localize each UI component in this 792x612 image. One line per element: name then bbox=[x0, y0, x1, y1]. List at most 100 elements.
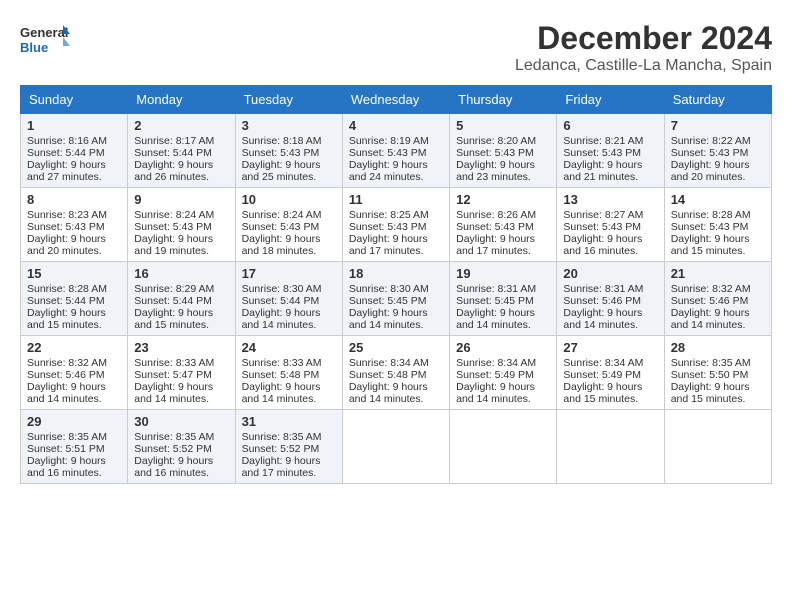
calendar-cell: 31Sunrise: 8:35 AMSunset: 5:52 PMDayligh… bbox=[235, 410, 342, 484]
sunrise: Sunrise: 8:30 AM bbox=[349, 283, 429, 295]
daylight: Daylight: 9 hours and 16 minutes. bbox=[563, 233, 642, 257]
daylight: Daylight: 9 hours and 14 minutes. bbox=[671, 307, 750, 331]
daylight: Daylight: 9 hours and 24 minutes. bbox=[349, 159, 428, 183]
sunset: Sunset: 5:46 PM bbox=[671, 295, 749, 307]
calendar-day-header: Tuesday bbox=[235, 86, 342, 114]
day-number: 20 bbox=[563, 266, 657, 281]
sunset: Sunset: 5:49 PM bbox=[563, 369, 641, 381]
sunrise: Sunrise: 8:35 AM bbox=[242, 431, 322, 443]
daylight: Daylight: 9 hours and 15 minutes. bbox=[671, 233, 750, 257]
sunset: Sunset: 5:46 PM bbox=[27, 369, 105, 381]
sunset: Sunset: 5:52 PM bbox=[134, 443, 212, 455]
calendar-cell bbox=[450, 410, 557, 484]
day-number: 12 bbox=[456, 192, 550, 207]
day-number: 5 bbox=[456, 118, 550, 133]
calendar-cell: 17Sunrise: 8:30 AMSunset: 5:44 PMDayligh… bbox=[235, 262, 342, 336]
daylight: Daylight: 9 hours and 14 minutes. bbox=[27, 381, 106, 405]
calendar-cell: 30Sunrise: 8:35 AMSunset: 5:52 PMDayligh… bbox=[128, 410, 235, 484]
day-number: 21 bbox=[671, 266, 765, 281]
calendar-cell: 8Sunrise: 8:23 AMSunset: 5:43 PMDaylight… bbox=[21, 188, 128, 262]
daylight: Daylight: 9 hours and 18 minutes. bbox=[242, 233, 321, 257]
calendar-cell: 7Sunrise: 8:22 AMSunset: 5:43 PMDaylight… bbox=[664, 114, 771, 188]
day-number: 30 bbox=[134, 414, 228, 429]
sunrise: Sunrise: 8:16 AM bbox=[27, 135, 107, 147]
sunrise: Sunrise: 8:35 AM bbox=[27, 431, 107, 443]
calendar-cell: 26Sunrise: 8:34 AMSunset: 5:49 PMDayligh… bbox=[450, 336, 557, 410]
sunrise: Sunrise: 8:34 AM bbox=[456, 357, 536, 369]
day-number: 28 bbox=[671, 340, 765, 355]
daylight: Daylight: 9 hours and 20 minutes. bbox=[671, 159, 750, 183]
day-number: 3 bbox=[242, 118, 336, 133]
sunset: Sunset: 5:52 PM bbox=[242, 443, 320, 455]
day-number: 4 bbox=[349, 118, 443, 133]
sunset: Sunset: 5:43 PM bbox=[242, 221, 320, 233]
sunset: Sunset: 5:48 PM bbox=[349, 369, 427, 381]
calendar-week-row: 8Sunrise: 8:23 AMSunset: 5:43 PMDaylight… bbox=[21, 188, 772, 262]
sunset: Sunset: 5:51 PM bbox=[27, 443, 105, 455]
sunrise: Sunrise: 8:29 AM bbox=[134, 283, 214, 295]
logo: General Blue bbox=[20, 20, 70, 60]
calendar-cell: 13Sunrise: 8:27 AMSunset: 5:43 PMDayligh… bbox=[557, 188, 664, 262]
sunrise: Sunrise: 8:34 AM bbox=[563, 357, 643, 369]
daylight: Daylight: 9 hours and 15 minutes. bbox=[27, 307, 106, 331]
calendar-header-row: SundayMondayTuesdayWednesdayThursdayFrid… bbox=[21, 86, 772, 114]
daylight: Daylight: 9 hours and 21 minutes. bbox=[563, 159, 642, 183]
calendar-week-row: 1Sunrise: 8:16 AMSunset: 5:44 PMDaylight… bbox=[21, 114, 772, 188]
daylight: Daylight: 9 hours and 16 minutes. bbox=[134, 455, 213, 479]
calendar-cell: 4Sunrise: 8:19 AMSunset: 5:43 PMDaylight… bbox=[342, 114, 449, 188]
day-number: 13 bbox=[563, 192, 657, 207]
day-number: 18 bbox=[349, 266, 443, 281]
sunrise: Sunrise: 8:30 AM bbox=[242, 283, 322, 295]
calendar-day-header: Sunday bbox=[21, 86, 128, 114]
day-number: 7 bbox=[671, 118, 765, 133]
calendar-cell: 6Sunrise: 8:21 AMSunset: 5:43 PMDaylight… bbox=[557, 114, 664, 188]
daylight: Daylight: 9 hours and 16 minutes. bbox=[27, 455, 106, 479]
calendar-cell: 23Sunrise: 8:33 AMSunset: 5:47 PMDayligh… bbox=[128, 336, 235, 410]
daylight: Daylight: 9 hours and 20 minutes. bbox=[27, 233, 106, 257]
sunrise: Sunrise: 8:32 AM bbox=[671, 283, 751, 295]
day-number: 8 bbox=[27, 192, 121, 207]
daylight: Daylight: 9 hours and 27 minutes. bbox=[27, 159, 106, 183]
calendar-day-header: Wednesday bbox=[342, 86, 449, 114]
sunset: Sunset: 5:44 PM bbox=[242, 295, 320, 307]
sunrise: Sunrise: 8:32 AM bbox=[27, 357, 107, 369]
calendar-cell: 14Sunrise: 8:28 AMSunset: 5:43 PMDayligh… bbox=[664, 188, 771, 262]
sunrise: Sunrise: 8:21 AM bbox=[563, 135, 643, 147]
sunset: Sunset: 5:43 PM bbox=[671, 147, 749, 159]
logo-svg: General Blue bbox=[20, 20, 70, 60]
day-number: 25 bbox=[349, 340, 443, 355]
day-number: 31 bbox=[242, 414, 336, 429]
daylight: Daylight: 9 hours and 26 minutes. bbox=[134, 159, 213, 183]
sunset: Sunset: 5:44 PM bbox=[134, 147, 212, 159]
daylight: Daylight: 9 hours and 14 minutes. bbox=[242, 381, 321, 405]
main-title: December 2024 bbox=[515, 20, 772, 57]
daylight: Daylight: 9 hours and 14 minutes. bbox=[456, 307, 535, 331]
calendar-cell: 22 Sunrise: 8:32 AMSunset: 5:46 PMDayligh… bbox=[21, 336, 128, 410]
daylight: Daylight: 9 hours and 17 minutes. bbox=[456, 233, 535, 257]
sunset: Sunset: 5:43 PM bbox=[242, 147, 320, 159]
day-number: 29 bbox=[27, 414, 121, 429]
calendar-cell: 29 Sunrise: 8:35 AMSunset: 5:51 PMDayligh… bbox=[21, 410, 128, 484]
calendar-day-header: Saturday bbox=[664, 86, 771, 114]
sunset: Sunset: 5:43 PM bbox=[456, 147, 534, 159]
calendar-cell: 16Sunrise: 8:29 AMSunset: 5:44 PMDayligh… bbox=[128, 262, 235, 336]
day-number: 14 bbox=[671, 192, 765, 207]
daylight: Daylight: 9 hours and 14 minutes. bbox=[242, 307, 321, 331]
calendar-cell bbox=[557, 410, 664, 484]
daylight: Daylight: 9 hours and 15 minutes. bbox=[563, 381, 642, 405]
day-number: 22 bbox=[27, 340, 121, 355]
sunrise: Sunrise: 8:33 AM bbox=[134, 357, 214, 369]
calendar-cell: 5Sunrise: 8:20 AMSunset: 5:43 PMDaylight… bbox=[450, 114, 557, 188]
calendar-cell: 20Sunrise: 8:31 AMSunset: 5:46 PMDayligh… bbox=[557, 262, 664, 336]
calendar-cell bbox=[664, 410, 771, 484]
sunrise: Sunrise: 8:23 AM bbox=[27, 209, 107, 221]
calendar-day-header: Monday bbox=[128, 86, 235, 114]
title-area: December 2024 Ledanca, Castille-La Manch… bbox=[515, 20, 772, 75]
sunrise: Sunrise: 8:26 AM bbox=[456, 209, 536, 221]
daylight: Daylight: 9 hours and 14 minutes. bbox=[349, 381, 428, 405]
calendar-cell: 19Sunrise: 8:31 AMSunset: 5:45 PMDayligh… bbox=[450, 262, 557, 336]
calendar-cell: 24Sunrise: 8:33 AMSunset: 5:48 PMDayligh… bbox=[235, 336, 342, 410]
day-number: 6 bbox=[563, 118, 657, 133]
sunset: Sunset: 5:43 PM bbox=[134, 221, 212, 233]
sunset: Sunset: 5:46 PM bbox=[563, 295, 641, 307]
